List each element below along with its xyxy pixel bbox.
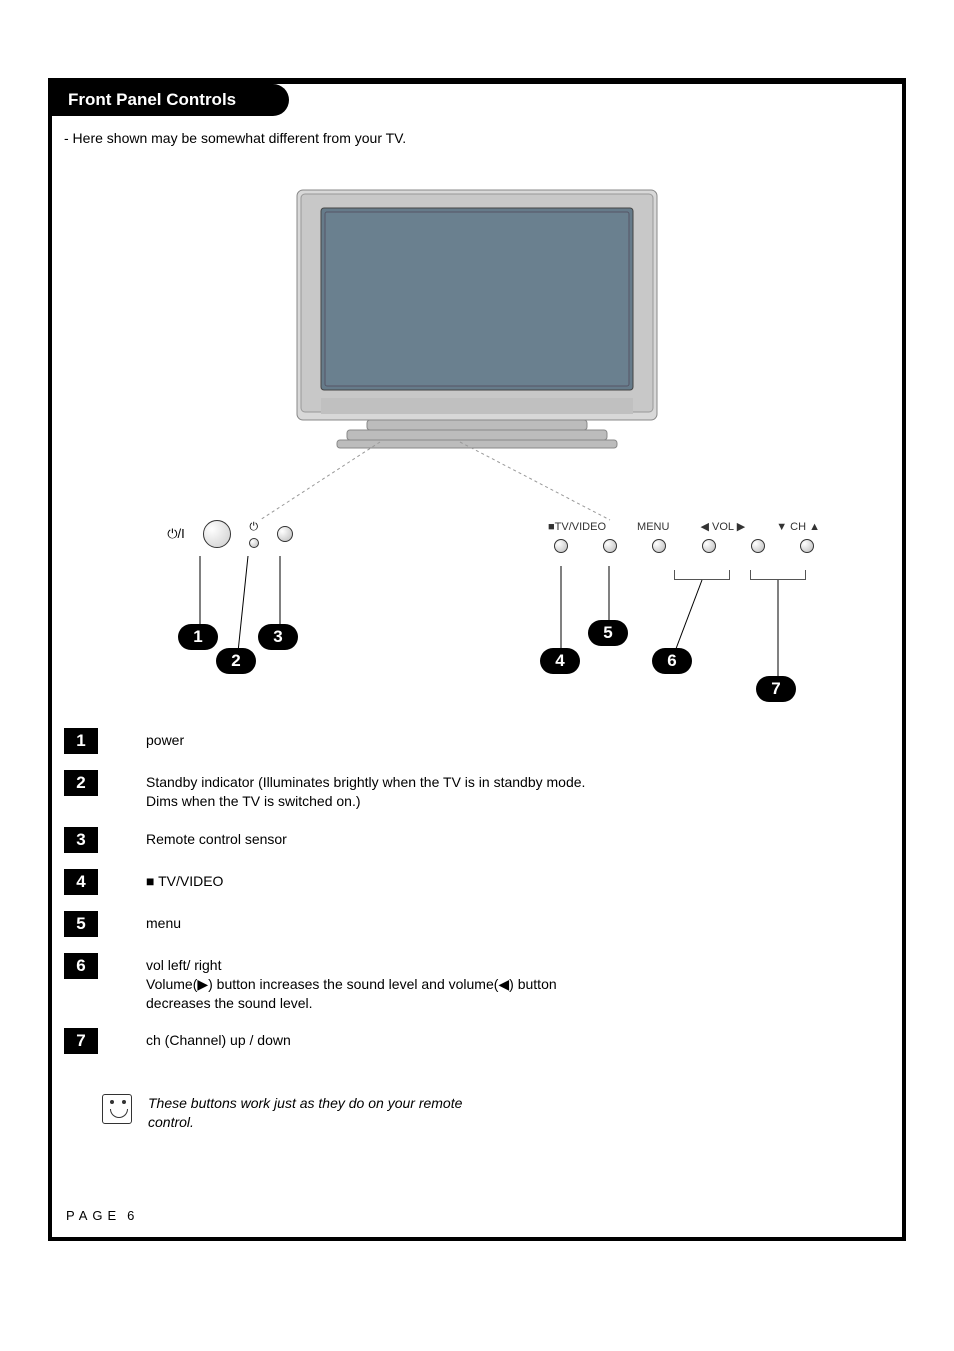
vol-left-icon: ◀: [700, 521, 708, 533]
page-footer: PAGE 6: [66, 1208, 136, 1223]
callout-2: 2: [216, 648, 256, 674]
legend-num-7: 7: [64, 1028, 98, 1054]
tip-note: These buttons work just as they do on yo…: [64, 1094, 854, 1130]
ch-down-icon: ▼: [776, 521, 787, 533]
vol-up-button[interactable]: [702, 539, 716, 553]
legend-item-1: 1 power: [64, 728, 854, 754]
heading-text: Front Panel Controls: [52, 84, 256, 116]
page-label: PAGE: [66, 1208, 121, 1223]
ch-up-button[interactable]: [800, 539, 814, 553]
power-symbol-label: ⏻/I: [167, 526, 185, 542]
legend-num-2: 2: [64, 770, 98, 796]
legend-num-3: 3: [64, 827, 98, 853]
legend-text-6: vol left/ right Volume(▶) button increas…: [146, 953, 586, 1013]
front-panel-controls-diagram: ⏻/I ⏻ 1 2 3 ■TV/VIDEO MENU ◀ VOL: [130, 520, 824, 700]
tv-illustration: [267, 180, 687, 460]
ch-down-button[interactable]: [751, 539, 765, 553]
tv-video-button[interactable]: [554, 539, 568, 553]
intro-note: - Here shown may be somewhat different f…: [64, 130, 406, 146]
heading-cap: [255, 84, 289, 116]
legend-text-3: Remote control sensor: [146, 827, 287, 849]
legend-text-2: Standby indicator (Illuminates brightly …: [146, 770, 586, 811]
power-button[interactable]: [203, 520, 231, 548]
legend-item-4: 4 ■ TV/VIDEO: [64, 869, 854, 895]
tip-text: These buttons work just as they do on yo…: [148, 1094, 468, 1130]
callout-4: 4: [540, 648, 580, 674]
legend-num-5: 5: [64, 911, 98, 937]
ch-label: CH: [790, 521, 806, 533]
menu-button[interactable]: [603, 539, 617, 553]
page-number: 6: [127, 1208, 136, 1223]
ch-up-icon: ▲: [809, 521, 820, 533]
menu-label: MENU: [637, 521, 669, 533]
legend-num-6: 6: [64, 953, 98, 979]
legend-item-3: 3 Remote control sensor: [64, 827, 854, 853]
callout-1: 1: [178, 624, 218, 650]
callout-6: 6: [652, 648, 692, 674]
callout-3: 3: [258, 624, 298, 650]
legend-item-5: 5 menu: [64, 911, 854, 937]
legend-item-7: 7 ch (Channel) up / down: [64, 1028, 854, 1054]
remote-sensor: [277, 526, 293, 542]
legend-item-2: 2 Standby indicator (Illuminates brightl…: [64, 770, 854, 811]
callout-5: 5: [588, 620, 628, 646]
tv-video-label: ■TV/VIDEO: [548, 521, 606, 533]
legend-text-1: power: [146, 728, 184, 750]
legend-text-7: ch (Channel) up / down: [146, 1028, 291, 1050]
vol-right-icon: ▶: [737, 521, 745, 533]
section-heading: Front Panel Controls: [52, 84, 289, 116]
standby-indicator: [249, 538, 259, 548]
standby-symbol: ⏻: [249, 521, 258, 534]
left-button-cluster: ⏻/I ⏻ 1 2 3: [130, 520, 330, 548]
smiley-icon: [102, 1094, 132, 1124]
legend-text-5: menu: [146, 911, 181, 933]
vol-label: VOL: [712, 521, 734, 533]
legend-list: 1 power 2 Standby indicator (Illuminates…: [64, 728, 854, 1131]
legend-text-4: ■ TV/VIDEO: [146, 869, 223, 891]
vol-down-button[interactable]: [652, 539, 666, 553]
legend-num-1: 1: [64, 728, 98, 754]
legend-item-6: 6 vol left/ right Volume(▶) button incre…: [64, 953, 854, 1013]
callout-7: 7: [756, 676, 796, 702]
legend-num-4: 4: [64, 869, 98, 895]
right-button-cluster: ■TV/VIDEO MENU ◀ VOL ▶ ▼ CH ▲ 4 5: [544, 520, 824, 553]
